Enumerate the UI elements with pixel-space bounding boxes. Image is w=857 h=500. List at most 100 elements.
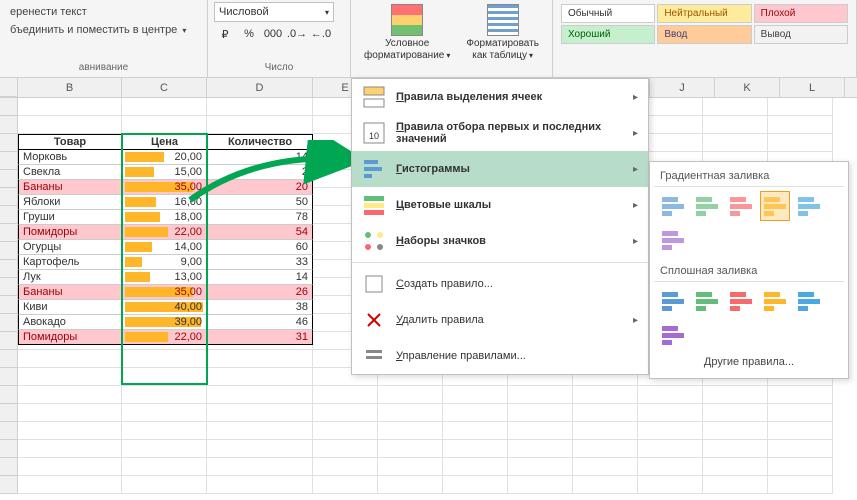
row-header[interactable] bbox=[0, 134, 18, 152]
databar-option[interactable] bbox=[658, 191, 688, 221]
style-input[interactable]: Ввод bbox=[657, 25, 751, 44]
cell[interactable] bbox=[122, 98, 207, 116]
cell[interactable] bbox=[508, 422, 573, 440]
cell[interactable] bbox=[313, 476, 378, 494]
cell-price[interactable]: 14,00 bbox=[122, 240, 207, 255]
cell[interactable] bbox=[122, 422, 207, 440]
cell-price[interactable]: 35,00 bbox=[122, 180, 207, 195]
cell[interactable] bbox=[768, 476, 833, 494]
cell[interactable] bbox=[18, 98, 122, 116]
databar-option[interactable] bbox=[692, 191, 722, 221]
cell[interactable] bbox=[703, 476, 768, 494]
cell-price[interactable]: 35,00 bbox=[122, 285, 207, 300]
row-header[interactable] bbox=[0, 188, 18, 206]
cell[interactable] bbox=[313, 404, 378, 422]
table-row[interactable]: Авокадо 39,00 46 bbox=[18, 315, 313, 330]
databar-option[interactable] bbox=[760, 191, 790, 221]
style-neutral[interactable]: Нейтральный bbox=[657, 4, 751, 23]
row-header[interactable] bbox=[0, 386, 18, 404]
comma-button[interactable]: 000 bbox=[262, 24, 284, 44]
cell[interactable] bbox=[18, 350, 122, 368]
cell-price[interactable]: 9,00 bbox=[122, 255, 207, 270]
cell[interactable] bbox=[638, 422, 703, 440]
row-header[interactable] bbox=[0, 206, 18, 224]
decrease-decimal-button[interactable]: ←.0 bbox=[310, 24, 332, 44]
cell[interactable] bbox=[18, 116, 122, 134]
cell[interactable] bbox=[313, 386, 378, 404]
style-normal[interactable]: Обычный bbox=[561, 4, 655, 23]
cell[interactable] bbox=[378, 476, 443, 494]
menu-new-rule[interactable]: Создать правило... bbox=[352, 266, 648, 302]
table-row[interactable]: Киви 40,00 38 bbox=[18, 300, 313, 315]
cell-qty[interactable]: 14 bbox=[207, 150, 313, 165]
cell-qty[interactable]: 14 bbox=[207, 270, 313, 285]
cell-qty[interactable]: 54 bbox=[207, 225, 313, 240]
cell[interactable] bbox=[638, 440, 703, 458]
cell[interactable] bbox=[207, 98, 313, 116]
row-header[interactable] bbox=[0, 422, 18, 440]
more-rules-link[interactable]: Другие правила... bbox=[654, 350, 844, 374]
cell[interactable] bbox=[768, 422, 833, 440]
cell-price[interactable]: 40,00 bbox=[122, 300, 207, 315]
cell[interactable] bbox=[443, 422, 508, 440]
merge-center-button[interactable]: бъединить и поместить в центре ▾ bbox=[6, 22, 201, 38]
table-row[interactable]: Морковь 20,00 14 bbox=[18, 150, 313, 165]
cell[interactable] bbox=[313, 422, 378, 440]
cell[interactable] bbox=[122, 476, 207, 494]
cell[interactable] bbox=[443, 440, 508, 458]
increase-decimal-button[interactable]: .0→ bbox=[286, 24, 308, 44]
column-header[interactable]: B bbox=[18, 78, 122, 97]
table-header-qty[interactable]: Количество bbox=[207, 134, 313, 150]
cell[interactable] bbox=[703, 458, 768, 476]
table-row[interactable]: Свекла 15,00 2 bbox=[18, 165, 313, 180]
cell[interactable] bbox=[638, 458, 703, 476]
cell[interactable] bbox=[703, 386, 768, 404]
cell-name[interactable]: Морковь bbox=[18, 150, 122, 165]
cell[interactable] bbox=[122, 350, 207, 368]
row-header[interactable] bbox=[0, 314, 18, 332]
cell[interactable] bbox=[638, 386, 703, 404]
column-header[interactable]: J bbox=[650, 78, 715, 97]
column-header[interactable]: K bbox=[715, 78, 780, 97]
cell[interactable] bbox=[18, 458, 122, 476]
cell[interactable] bbox=[207, 476, 313, 494]
cell[interactable] bbox=[18, 368, 122, 386]
column-header[interactable]: C bbox=[122, 78, 207, 97]
cell-qty[interactable]: 50 bbox=[207, 195, 313, 210]
cell-price[interactable]: 22,00 bbox=[122, 225, 207, 240]
cell[interactable] bbox=[18, 476, 122, 494]
style-good[interactable]: Хороший bbox=[561, 25, 655, 44]
cell[interactable] bbox=[768, 458, 833, 476]
cell[interactable] bbox=[378, 386, 443, 404]
row-header[interactable] bbox=[0, 224, 18, 242]
cell[interactable] bbox=[207, 386, 313, 404]
row-header[interactable] bbox=[0, 278, 18, 296]
cell-name[interactable]: Лук bbox=[18, 270, 122, 285]
row-header[interactable] bbox=[0, 242, 18, 260]
cell[interactable] bbox=[122, 440, 207, 458]
cell[interactable] bbox=[573, 386, 638, 404]
cell-qty[interactable]: 33 bbox=[207, 255, 313, 270]
databar-option[interactable] bbox=[726, 191, 756, 221]
menu-icon-sets[interactable]: Наборы значков ▸ bbox=[352, 223, 648, 259]
cell[interactable] bbox=[703, 134, 768, 152]
cell[interactable] bbox=[703, 440, 768, 458]
row-header[interactable] bbox=[0, 152, 18, 170]
cell[interactable] bbox=[443, 476, 508, 494]
cell[interactable] bbox=[207, 422, 313, 440]
cell[interactable] bbox=[122, 458, 207, 476]
menu-clear-rules[interactable]: Удалить правила ▸ bbox=[352, 302, 648, 338]
cell[interactable] bbox=[378, 422, 443, 440]
cell[interactable] bbox=[207, 350, 313, 368]
row-header[interactable] bbox=[0, 440, 18, 458]
row-header[interactable] bbox=[0, 170, 18, 188]
cell-qty[interactable]: 60 bbox=[207, 240, 313, 255]
cell[interactable] bbox=[703, 98, 768, 116]
cell[interactable] bbox=[768, 386, 833, 404]
table-row[interactable]: Помидоры 22,00 54 bbox=[18, 225, 313, 240]
cell[interactable] bbox=[18, 404, 122, 422]
cell[interactable] bbox=[573, 476, 638, 494]
menu-top-bottom-rules[interactable]: 10 Правила отбора первых и последних зна… bbox=[352, 115, 648, 151]
cell-price[interactable]: 20,00 bbox=[122, 150, 207, 165]
table-row[interactable]: Лук 13,00 14 bbox=[18, 270, 313, 285]
